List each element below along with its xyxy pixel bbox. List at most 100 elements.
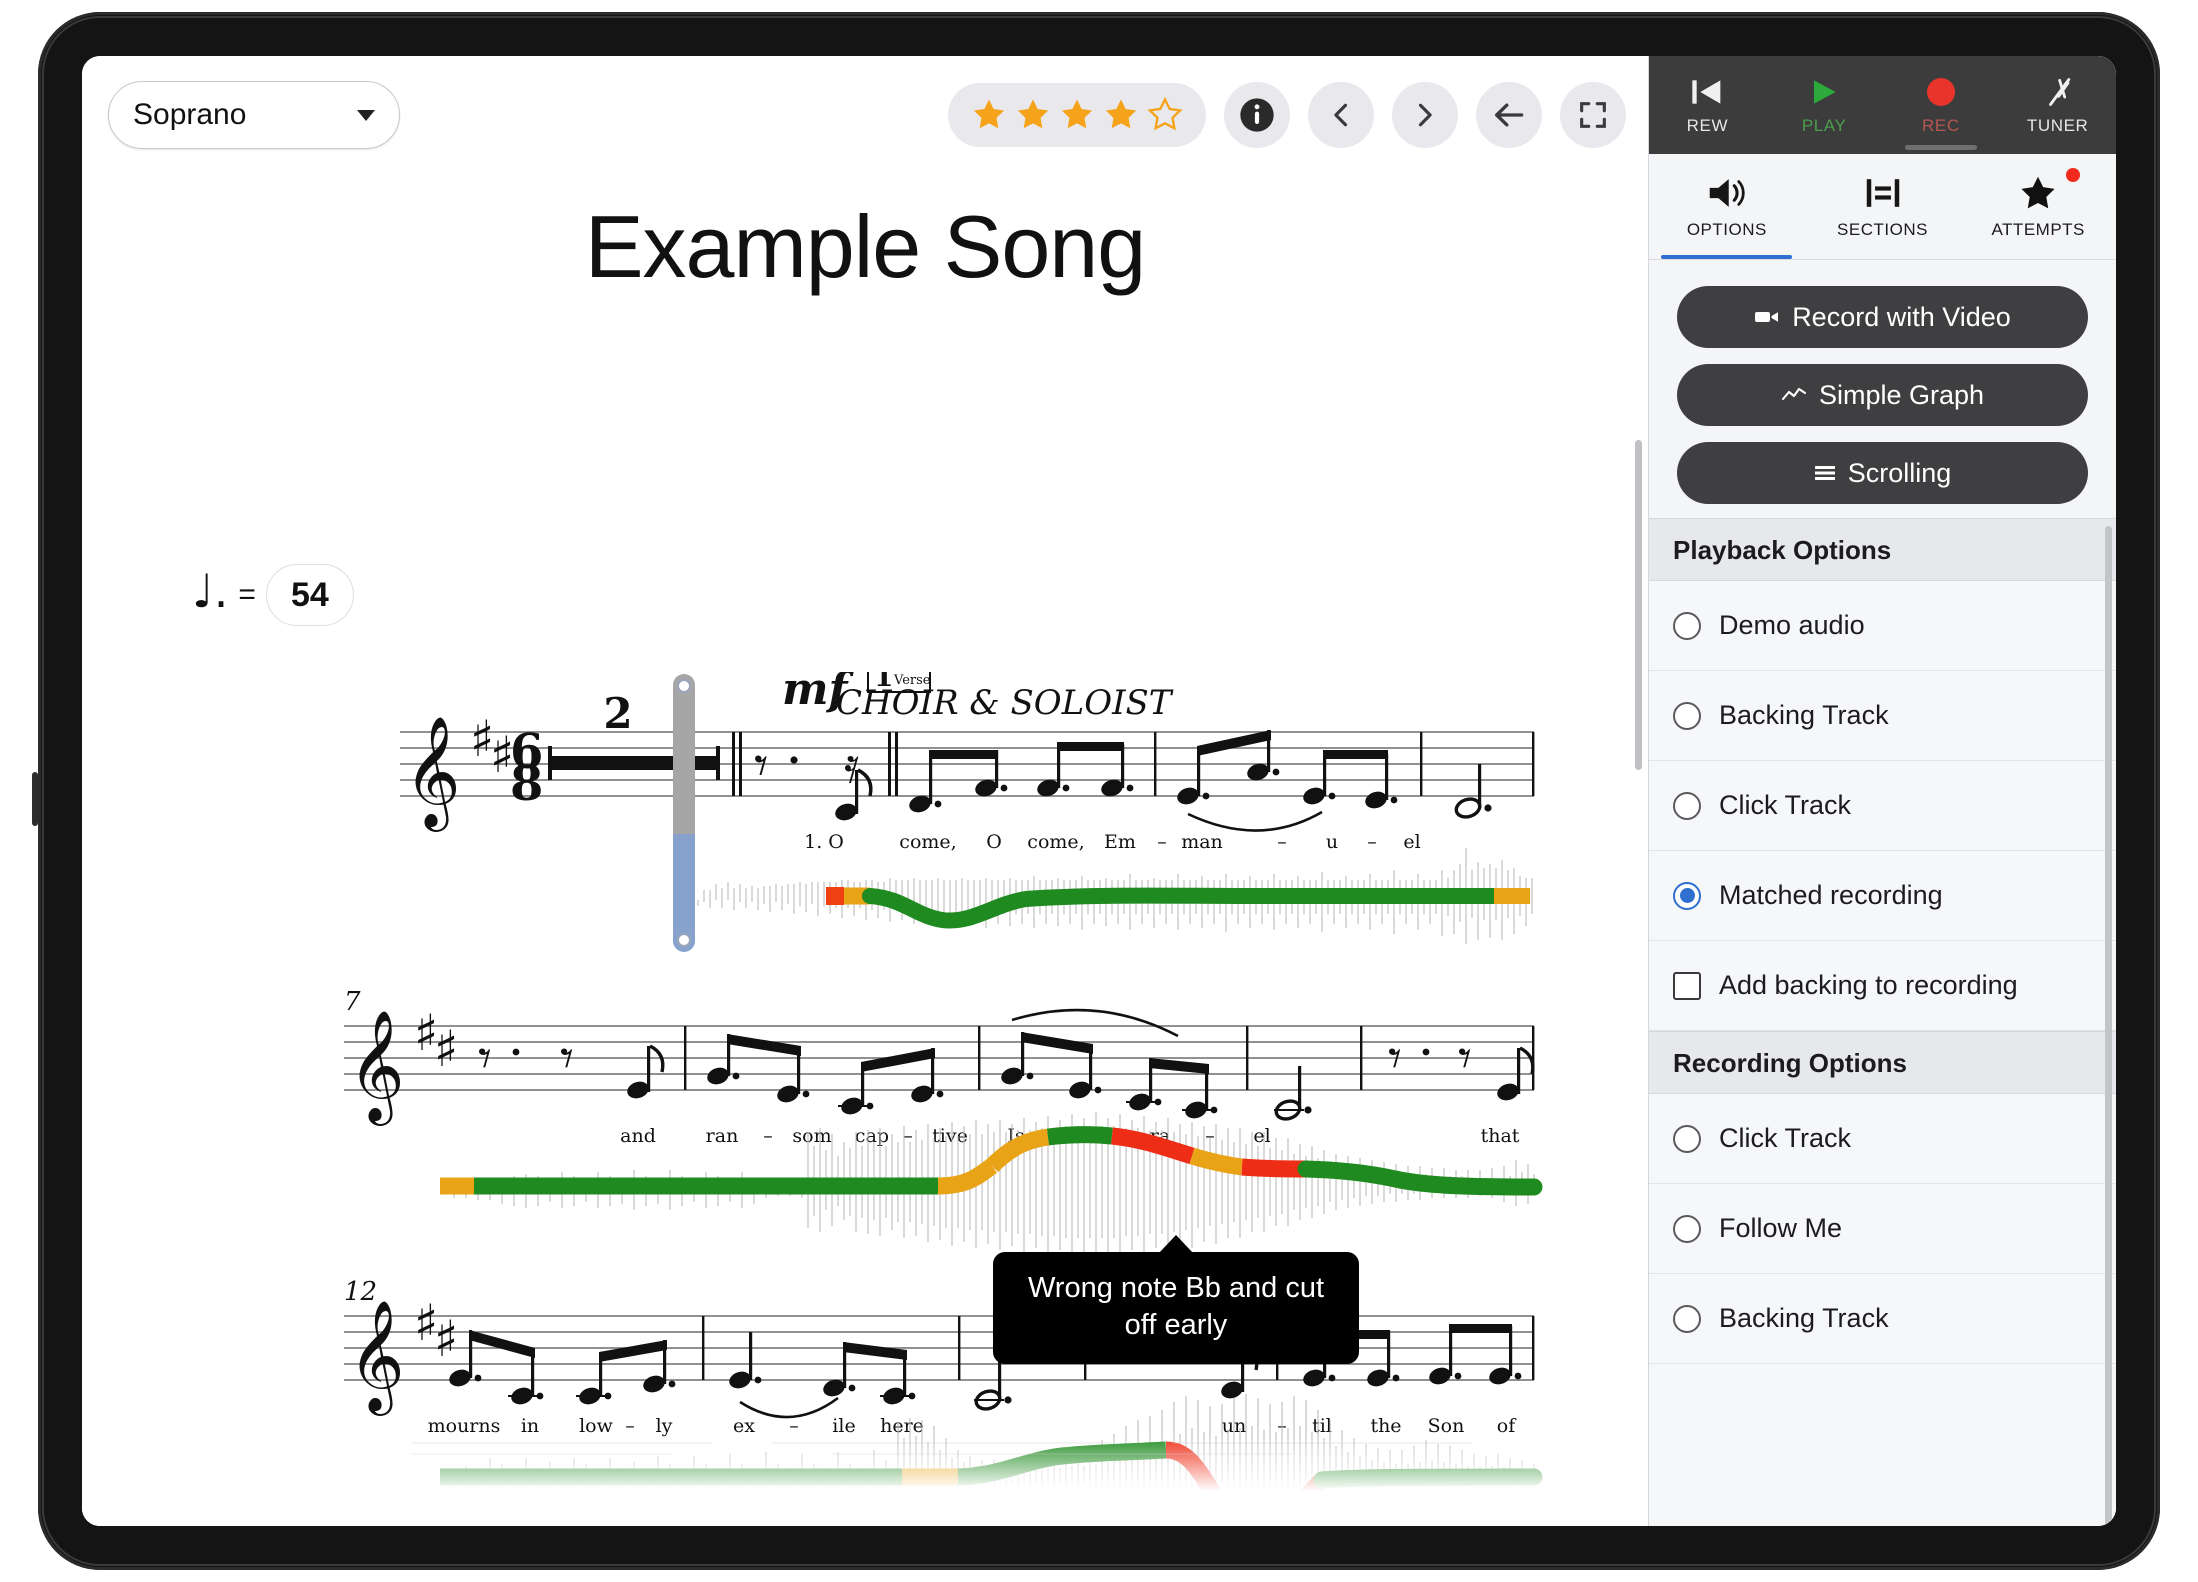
svg-text:𝄞: 𝄞 — [404, 715, 461, 832]
speaker-icon — [1709, 178, 1745, 207]
option-follow-me[interactable]: Follow Me — [1649, 1184, 2116, 1274]
playhead-bottom-handle[interactable] — [677, 933, 691, 947]
option-click-track-recording[interactable]: Click Track — [1649, 1094, 2116, 1184]
svg-text:–: – — [763, 1125, 773, 1147]
rating-stars[interactable] — [948, 83, 1206, 147]
line-chart-icon — [1781, 386, 1807, 404]
simple-graph-label: Simple Graph — [1818, 379, 1985, 410]
star-filled-icon — [1061, 99, 1093, 129]
svg-text:mourns: mourns — [428, 1415, 501, 1437]
score-body: Example Song ♩. = 54 𝄞 ♯ ♯ 6 8 2 𝄾 𝄿 mf … — [82, 174, 1648, 1526]
play-label: PLAY — [1801, 115, 1847, 135]
score-toolbar: Soprano — [82, 56, 1648, 174]
option-label: Backing Track — [1719, 1303, 1889, 1333]
tuner-button[interactable]: TUNER — [1999, 56, 2116, 154]
next-page-button[interactable] — [1392, 82, 1458, 148]
fullscreen-button[interactable] — [1560, 82, 1626, 148]
action-button-group: Record with Video Simple Graph Scrolling — [1649, 260, 2116, 518]
back-button[interactable] — [1476, 82, 1542, 148]
tooltip-arrow-icon — [1159, 1235, 1193, 1253]
next-system-preview — [412, 1442, 1472, 1455]
svg-text:ile: ile — [832, 1415, 855, 1437]
option-label: Matched recording — [1719, 880, 1943, 910]
scrolling-button[interactable]: Scrolling — [1677, 442, 2088, 504]
info-icon — [1240, 98, 1274, 132]
svg-text:and: and — [620, 1125, 656, 1147]
radio-backing-track-playback[interactable] — [1673, 701, 1701, 730]
record-button[interactable]: REC — [1883, 56, 2000, 154]
star-filled-icon — [1017, 99, 1049, 129]
tempo-marking: ♩. = 54 — [192, 564, 354, 626]
radio-matched-recording[interactable] — [1673, 881, 1701, 910]
options-scroll-area[interactable]: Playback Options Demo audio Backing Trac… — [1649, 518, 2116, 1526]
previous-page-button[interactable] — [1308, 82, 1374, 148]
tab-options[interactable]: OPTIONS — [1649, 154, 1805, 259]
svg-text:of: of — [1497, 1415, 1517, 1437]
svg-text:O: O — [986, 831, 1002, 853]
option-label: Follow Me — [1719, 1213, 1843, 1243]
svg-text:𝄾: 𝄾 — [1458, 1029, 1472, 1089]
svg-text:–: – — [1367, 831, 1377, 853]
tab-sections-label: SECTIONS — [1837, 219, 1928, 239]
control-panel: REW PLAY REC TUNER OPTIONS SECTIONS ATTE… — [1648, 56, 2116, 1526]
record-with-video-button[interactable]: Record with Video — [1677, 286, 2088, 348]
panel-scrollbar-thumb[interactable] — [2105, 526, 2112, 1526]
sections-icon — [1866, 178, 1899, 207]
waveform-3 — [440, 1394, 1543, 1526]
option-backing-track-playback[interactable]: Backing Track — [1649, 671, 2116, 761]
option-add-backing-to-recording[interactable]: Add backing to recording — [1649, 941, 2116, 1031]
waveform-2 — [440, 1112, 1543, 1258]
option-click-track-playback[interactable]: Click Track — [1649, 761, 2116, 851]
radio-click-track-recording[interactable] — [1673, 1124, 1701, 1153]
transport-bar: REW PLAY REC TUNER — [1649, 56, 2116, 154]
playhead-slider[interactable] — [673, 674, 695, 952]
option-matched-recording[interactable]: Matched recording — [1649, 851, 2116, 941]
tab-sections[interactable]: SECTIONS — [1805, 154, 1961, 259]
play-button[interactable]: PLAY — [1766, 56, 1883, 154]
radio-demo-audio[interactable] — [1673, 611, 1701, 640]
option-label: Demo audio — [1719, 610, 1865, 640]
star-filled-icon — [1105, 99, 1137, 129]
svg-text:in: in — [521, 1415, 539, 1437]
svg-text:come,: come, — [1027, 831, 1084, 853]
svg-text:–: – — [1157, 831, 1167, 853]
star-icon — [2021, 176, 2055, 208]
back-arrow-icon — [1494, 103, 1524, 127]
staff-3: 12 𝄞 ♯ ♯ mourns in low – ly ex – ile her… — [344, 1277, 1543, 1526]
music-system-2: 7 𝄞 ♯ ♯ 𝄾 � — [82, 980, 1648, 1270]
playhead-upper-track — [673, 674, 695, 840]
playhead-top-handle[interactable] — [677, 679, 691, 693]
annotation-tooltip[interactable]: Wrong note Bb and cut off early — [993, 1235, 1359, 1365]
option-label: Add backing to recording — [1719, 970, 2018, 1000]
voice-part-select[interactable]: Soprano — [108, 81, 400, 149]
radio-click-track-playback[interactable] — [1673, 791, 1701, 820]
option-backing-track-recording[interactable]: Backing Track — [1649, 1274, 2116, 1364]
lines-icon — [1814, 464, 1836, 482]
tempo-equals: = — [238, 578, 256, 611]
score-scrollbar-thumb[interactable] — [1635, 440, 1642, 770]
svg-text:ly: ly — [656, 1415, 673, 1437]
option-demo-audio[interactable]: Demo audio — [1649, 581, 2116, 671]
device-side-button[interactable] — [32, 772, 38, 826]
simple-graph-button[interactable]: Simple Graph — [1677, 364, 2088, 426]
svg-text:2: 2 — [603, 689, 632, 738]
annotation-text: Wrong note Bb and cut off early — [1027, 1272, 1325, 1342]
page-title: Example Song — [584, 197, 1146, 296]
tempo-bpm-value[interactable]: 54 — [265, 564, 354, 626]
svg-text:som: som — [792, 1125, 831, 1147]
svg-text:𝄾: 𝄾 — [754, 734, 768, 797]
info-button[interactable] — [1224, 82, 1290, 148]
svg-text:u: u — [1326, 831, 1338, 853]
svg-text:el: el — [1403, 831, 1420, 853]
svg-text:tive: tive — [932, 1125, 968, 1147]
play-triangle-icon — [1814, 79, 1836, 104]
tab-attempts[interactable]: ATTEMPTS — [1960, 154, 2116, 259]
svg-text:♯: ♯ — [434, 1020, 458, 1078]
checkbox-add-backing-to-recording[interactable] — [1673, 971, 1701, 1000]
svg-text:♯: ♯ — [434, 1310, 458, 1368]
svg-text:𝄾: 𝄾 — [478, 1029, 492, 1089]
rewind-button[interactable]: REW — [1649, 56, 1766, 154]
radio-backing-track-recording[interactable] — [1673, 1304, 1701, 1333]
tablet-device-frame: Soprano Example Song ♩. = 54 𝄞 ♯ ♯ 6 8 2… — [32, 12, 2160, 1570]
radio-follow-me[interactable] — [1673, 1214, 1701, 1243]
